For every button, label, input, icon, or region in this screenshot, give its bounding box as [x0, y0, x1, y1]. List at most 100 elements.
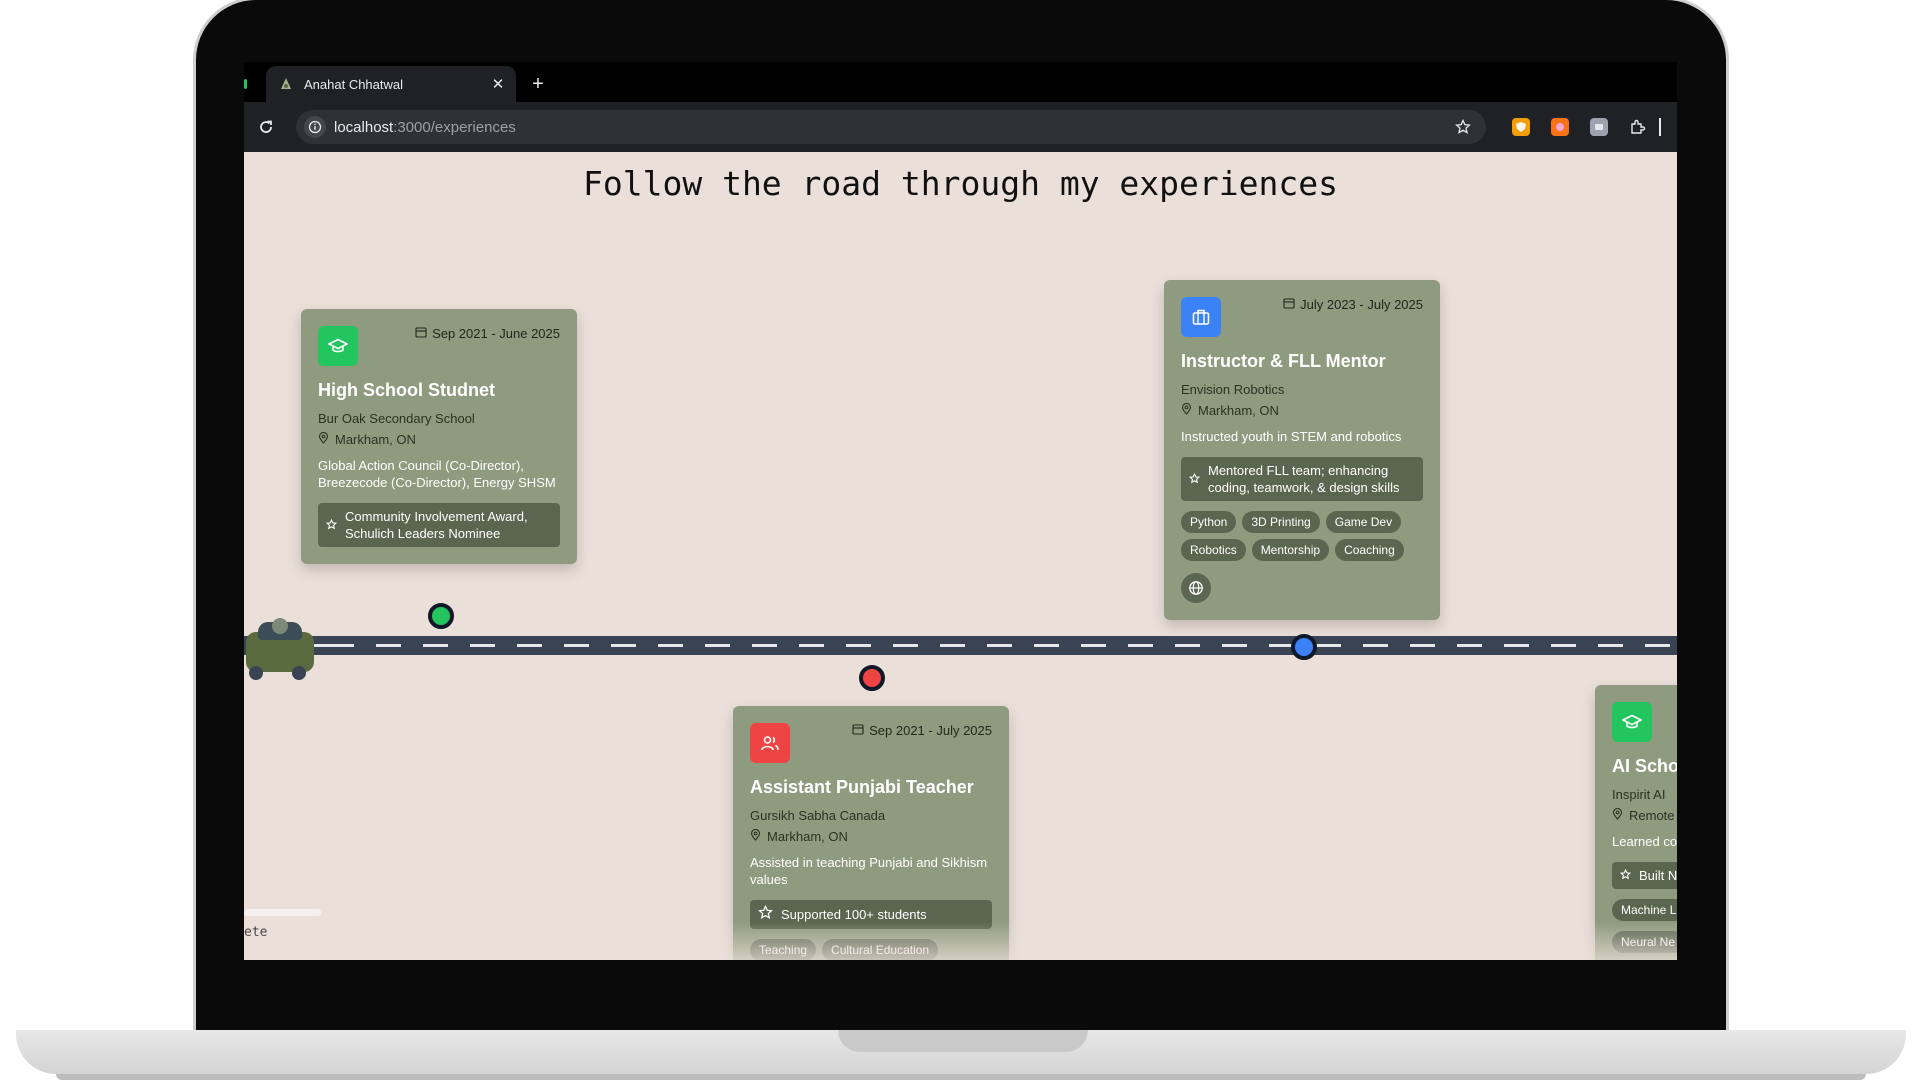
star-icon: [1619, 867, 1632, 884]
extension-icon[interactable]: [1590, 118, 1608, 136]
laptop-notch: [838, 1030, 1088, 1052]
url-path: :3000/experiences: [393, 118, 516, 136]
card-organization: Inspirit AI: [1612, 787, 1666, 802]
reload-icon[interactable]: [254, 115, 278, 139]
card-location: Markham, ON: [318, 431, 560, 447]
card-date: Sep 2021 - June 2025: [415, 326, 560, 341]
tag: Mentorship: [1251, 539, 1330, 561]
site-info-icon[interactable]: [304, 116, 326, 138]
experience-card[interactable]: Sep 2021 - July 2025 Assistant Punjabi T…: [733, 706, 1009, 960]
card-description: Global Action Council (Co-Director), Bre…: [318, 458, 556, 490]
extension-icon[interactable]: [1551, 118, 1569, 136]
timeline-marker-volunteer[interactable]: [859, 665, 885, 691]
tag: Coaching: [1335, 539, 1404, 561]
experience-card[interactable]: AI Scho Inspirit AI Remote Learned co Bu…: [1595, 685, 1677, 960]
card-organization: Bur Oak Secondary School: [318, 411, 475, 426]
card-tags: Teaching Cultural Education: [750, 939, 992, 960]
url-host: localhost: [334, 118, 394, 136]
favicon-icon: [278, 76, 294, 92]
progress-label: ete: [244, 925, 268, 940]
calendar-icon: [852, 723, 864, 738]
browser-toolbar: localhost:3000/experiences: [244, 102, 1677, 152]
brave-shield-icon[interactable]: [1512, 118, 1530, 136]
card-description: Instructed youth in STEM and robotics: [1181, 429, 1402, 444]
tag: Cultural Education: [822, 939, 939, 960]
experience-card[interactable]: July 2023 - July 2025 Instructor & FLL M…: [1164, 280, 1440, 620]
star-icon: [325, 517, 338, 534]
tag: Game Dev: [1325, 511, 1402, 533]
address-bar[interactable]: localhost:3000/experiences: [296, 110, 1486, 144]
browser-window: Anahat Chhatwal ✕ + localhost:3000/exper…: [244, 62, 1677, 960]
card-organization: Envision Robotics: [1181, 382, 1285, 397]
active-tab[interactable]: Anahat Chhatwal ✕: [266, 66, 516, 102]
achievement-text: Supported 100+ students: [781, 907, 927, 922]
tab-close-icon[interactable]: ✕: [488, 74, 508, 94]
timeline-marker-work[interactable]: [1291, 634, 1317, 660]
location-text: Markham, ON: [767, 829, 848, 844]
card-title: Assistant Punjabi Teacher: [750, 777, 974, 797]
previous-tab-edge[interactable]: [244, 79, 247, 89]
graduation-cap-icon: [1612, 702, 1652, 742]
timeline-road: [244, 636, 1677, 655]
date-text: Sep 2021 - June 2025: [432, 326, 560, 341]
card-location: Remote: [1612, 807, 1677, 823]
star-icon: [758, 904, 773, 924]
tag: Machine L: [1612, 899, 1677, 921]
briefcase-icon: [1181, 297, 1221, 337]
car-icon: [244, 618, 316, 680]
card-tags: Python 3D Printing Game Dev Robotics Men…: [1181, 511, 1423, 561]
tag: Robotics: [1181, 539, 1246, 561]
tag: Teaching: [750, 939, 817, 960]
page-title: Follow the road through my experiences: [583, 164, 1338, 203]
achievement-text: Built N stock r: [1639, 868, 1677, 883]
calendar-icon: [415, 326, 427, 341]
toolbar-divider: [1659, 118, 1661, 136]
map-pin-icon: [1181, 402, 1192, 418]
card-description: Learned co: [1612, 834, 1677, 849]
tab-strip: Anahat Chhatwal ✕ +: [244, 62, 1677, 102]
progress-track: [244, 909, 321, 916]
location-text: Markham, ON: [335, 432, 416, 447]
bookmark-star-icon[interactable]: [1452, 116, 1474, 138]
card-date: July 2023 - July 2025: [1283, 297, 1423, 312]
card-title: AI Scho: [1612, 756, 1677, 776]
tag: 3D Printing: [1242, 511, 1320, 533]
achievement-text: Mentored FLL team; enhancing coding, tea…: [1208, 463, 1400, 495]
achievement-text: Community Involvement Award, Schulich Le…: [345, 509, 528, 541]
url-text[interactable]: localhost:3000/experiences: [334, 119, 1452, 136]
card-achievement: Mentored FLL team; enhancing coding, tea…: [1181, 457, 1423, 501]
laptop-foot: [56, 1074, 1866, 1080]
experience-card[interactable]: Sep 2021 - June 2025 High School Studnet…: [301, 309, 577, 564]
location-text: Remote: [1629, 808, 1675, 823]
date-text: July 2023 - July 2025: [1300, 297, 1423, 312]
card-date: Sep 2021 - July 2025: [852, 723, 992, 738]
card-tags: Machine L: [1612, 899, 1677, 921]
location-text: Markham, ON: [1198, 403, 1279, 418]
extensions-puzzle-icon[interactable]: [1629, 118, 1647, 136]
card-title: High School Studnet: [318, 380, 495, 400]
card-location: Markham, ON: [750, 828, 992, 844]
new-tab-button[interactable]: +: [526, 72, 550, 96]
date-text: Sep 2021 - July 2025: [869, 723, 992, 738]
card-description: Assisted in teaching Punjabi and Sikhism…: [750, 855, 988, 887]
graduation-cap-icon: [318, 326, 358, 366]
card-title: Instructor & FLL Mentor: [1181, 351, 1386, 371]
tag: Python: [1181, 511, 1237, 533]
card-location: Markham, ON: [1181, 402, 1423, 418]
star-icon: [1188, 471, 1201, 488]
card-organization: Gursikh Sabha Canada: [750, 808, 886, 823]
card-achievement: Built N stock r: [1612, 862, 1677, 889]
card-achievement: Supported 100+ students: [750, 900, 992, 929]
tab-title: Anahat Chhatwal: [304, 76, 404, 92]
experiences-page: Follow the road through my experiences S…: [244, 152, 1677, 960]
map-pin-icon: [1612, 807, 1623, 823]
map-pin-icon: [318, 431, 329, 447]
road-lane-markings: [244, 644, 1677, 647]
calendar-icon: [1283, 297, 1295, 312]
timeline-marker-education[interactable]: [428, 603, 454, 629]
tag: Neural Ne: [1612, 931, 1677, 953]
card-tags: Neural Ne: [1612, 931, 1677, 953]
globe-icon[interactable]: [1181, 573, 1211, 603]
map-pin-icon: [750, 828, 761, 844]
card-achievement: Community Involvement Award, Schulich Le…: [318, 503, 560, 547]
